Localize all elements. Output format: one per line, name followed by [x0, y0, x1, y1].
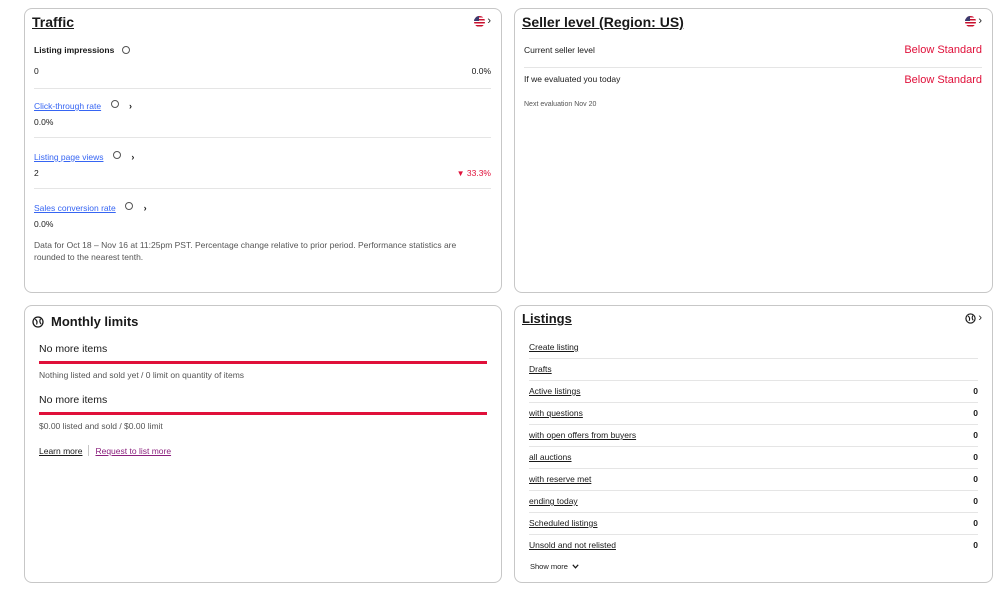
traffic-title[interactable]: Traffic	[32, 14, 74, 30]
current-level-value: Below Standard	[904, 44, 982, 56]
info-icon[interactable]	[121, 45, 130, 54]
views-change-value: 33.3%	[466, 168, 491, 178]
row-value: 0	[973, 408, 978, 418]
listings-card: Listings › Create listing Drafts Active …	[514, 305, 993, 583]
scheduled-listings-link[interactable]: Scheduled listings	[529, 518, 598, 528]
items-limit-heading: No more items	[39, 343, 108, 355]
impressions-label: Listing impressions	[34, 45, 115, 55]
items-limit-text: Nothing listed and sold yet / 0 limit on…	[39, 370, 245, 380]
learn-more-link[interactable]: Learn more	[39, 446, 82, 456]
seller-region-button[interactable]: ›	[965, 16, 982, 27]
chevron-right-icon: ›	[487, 15, 491, 27]
listing-row[interactable]: Unsold and not relisted 0	[529, 534, 978, 556]
listing-row[interactable]: Active listings 0	[529, 380, 978, 403]
globe-icon	[32, 315, 44, 328]
monthly-limits-card: Monthly limits No more items Nothing lis…	[24, 305, 502, 583]
row-value: 0	[973, 452, 978, 462]
down-triangle-icon: ▼	[456, 169, 465, 178]
link-separator	[88, 445, 90, 456]
listing-row[interactable]: Scheduled listings 0	[529, 512, 978, 535]
eval-label: If we evaluated you today	[524, 74, 621, 84]
chevron-right-icon[interactable]: ›	[144, 203, 147, 213]
listing-row[interactable]: Drafts	[529, 358, 978, 381]
ctr-label-row: Click-through rate ›	[34, 96, 132, 114]
chevron-right-icon: ›	[978, 15, 982, 27]
current-level-label: Current seller level	[524, 45, 595, 55]
chevron-right-icon: ›	[978, 312, 982, 324]
seller-level-card: Seller level (Region: US) › Current sell…	[514, 8, 993, 293]
listing-row[interactable]: with questions 0	[529, 402, 978, 425]
listing-row[interactable]: all auctions 0	[529, 446, 978, 469]
request-more-link[interactable]: Request to list more	[95, 446, 171, 456]
divider	[34, 137, 491, 138]
with-questions-link[interactable]: with questions	[529, 408, 583, 418]
limits-links: Learn more Request to list more	[39, 445, 171, 456]
show-more-label: Show more	[530, 562, 568, 571]
conversion-link[interactable]: Sales conversion rate	[34, 203, 116, 213]
divider	[524, 67, 982, 68]
listings-region-button[interactable]: ›	[965, 313, 982, 324]
all-auctions-link[interactable]: all auctions	[529, 452, 572, 462]
row-value: 0	[973, 518, 978, 528]
listings-title[interactable]: Listings	[522, 311, 572, 326]
globe-icon	[965, 313, 977, 324]
listing-row[interactable]: with open offers from buyers 0	[529, 424, 978, 447]
conversion-value: 0.0%	[34, 219, 54, 229]
chevron-right-icon[interactable]: ›	[129, 101, 132, 111]
row-value: 0	[973, 430, 978, 440]
listing-row[interactable]: ending today 0	[529, 490, 978, 513]
row-value: 0	[973, 474, 978, 484]
items-limit-bar	[39, 361, 487, 364]
drafts-link[interactable]: Drafts	[529, 364, 552, 374]
us-flag-icon	[965, 16, 977, 27]
eval-value: Below Standard	[904, 74, 982, 86]
views-value: 2	[34, 168, 39, 178]
impressions-value: 0	[34, 66, 39, 76]
reserve-met-link[interactable]: with reserve met	[529, 474, 591, 484]
seller-title[interactable]: Seller level (Region: US)	[522, 14, 684, 30]
views-label-row: Listing page views ›	[34, 147, 134, 165]
next-evaluation: Next evaluation Nov 20	[524, 101, 597, 108]
info-icon[interactable]	[110, 99, 119, 108]
amount-limit-text: $0.00 listed and sold / $0.00 limit	[39, 421, 163, 431]
us-flag-icon	[474, 16, 486, 27]
row-value: 0	[973, 386, 978, 396]
chevron-down-icon	[572, 564, 579, 569]
views-change: ▼ 33.3%	[457, 168, 491, 178]
limits-title: Monthly limits	[51, 314, 139, 329]
views-link[interactable]: Listing page views	[34, 152, 103, 162]
conversion-label-row: Sales conversion rate ›	[34, 198, 147, 216]
info-icon[interactable]	[112, 150, 121, 159]
active-listings-link[interactable]: Active listings	[529, 386, 581, 396]
impressions-change: 0.0%	[471, 66, 491, 76]
amount-limit-heading: No more items	[39, 394, 108, 406]
traffic-note: Data for Oct 18 – Nov 16 at 11:25pm PST.…	[34, 240, 457, 262]
listing-row[interactable]: with reserve met 0	[529, 468, 978, 491]
limits-header: Monthly limits	[32, 314, 138, 329]
info-icon[interactable]	[125, 201, 134, 210]
row-value: 0	[973, 496, 978, 506]
ending-today-link[interactable]: ending today	[529, 496, 578, 506]
ctr-value: 0.0%	[34, 117, 54, 127]
divider	[34, 188, 491, 189]
row-value: 0	[973, 540, 978, 550]
impressions-label-row: Listing impressions	[34, 45, 130, 55]
unsold-not-relisted-link[interactable]: Unsold and not relisted	[529, 540, 616, 550]
divider	[34, 88, 491, 89]
show-more-button[interactable]: Show more	[530, 562, 579, 571]
amount-limit-bar	[39, 412, 487, 415]
traffic-region-button[interactable]: ›	[474, 16, 491, 27]
ctr-link[interactable]: Click-through rate	[34, 101, 101, 111]
open-offers-link[interactable]: with open offers from buyers	[529, 430, 636, 440]
chevron-right-icon[interactable]: ›	[131, 152, 134, 162]
traffic-card: Traffic › Listing impressions 0 0.0% Cli…	[24, 8, 502, 293]
create-listing-link[interactable]: Create listing	[529, 342, 579, 352]
listing-row[interactable]: Create listing	[529, 336, 978, 359]
